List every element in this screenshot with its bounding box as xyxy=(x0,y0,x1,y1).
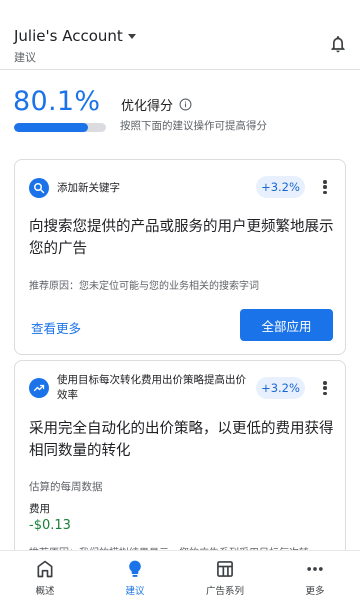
lightbulb-icon xyxy=(129,560,141,577)
more-options-icon[interactable] xyxy=(320,379,330,397)
app-header: Julie's Account 建议 xyxy=(0,0,360,70)
nav-item-recommendations[interactable]: 建议 xyxy=(90,551,180,600)
recommendation-title: 使用目标每次转化费用出价策略提高出价效率 xyxy=(57,374,246,401)
optimization-score-heading: 优化得分 xyxy=(121,95,192,114)
recommendation-title: 添加新关键字 xyxy=(57,182,120,194)
nav-label-more: 更多 xyxy=(305,586,325,597)
weekly-estimate-label: 估算的每周数据 xyxy=(29,481,103,493)
score-uplift-badge: +3.2% xyxy=(256,377,305,399)
cost-change-value: -$0.13 xyxy=(29,518,71,533)
nav-label-recommendations: 建议 xyxy=(125,586,145,597)
more-options-icon[interactable] xyxy=(320,178,330,196)
account-switcher[interactable]: Julie's Account xyxy=(14,27,136,45)
nav-item-overview[interactable]: 概述 xyxy=(0,551,90,600)
recommendation-reason: 推荐原因：您未定位可能与您的业务相关的搜索字词 xyxy=(29,281,259,292)
dropdown-caret-icon[interactable] xyxy=(127,33,136,39)
home-icon xyxy=(37,560,53,578)
optimization-score-description: 按照下面的建议操作可提高得分 xyxy=(120,120,267,132)
recommendation-card-bidding[interactable]: 使用目标每次转化费用出价策略提高出价效率 +3.2% 采用完全自动化的出价策略，… xyxy=(14,360,346,560)
search-icon xyxy=(29,178,49,198)
more-icon xyxy=(307,567,323,571)
nav-item-more[interactable]: 更多 xyxy=(270,551,360,600)
bottom-navigation: 概述 建议 广告系列 更多 xyxy=(0,550,360,600)
trending-up-icon xyxy=(29,378,49,398)
apply-all-button[interactable]: 全部应用 xyxy=(240,309,333,341)
optimization-score-bar-fill xyxy=(14,123,88,132)
score-uplift-badge: +3.2% xyxy=(256,176,305,198)
nav-label-overview: 概述 xyxy=(35,586,55,597)
nav-label-campaigns: 广告系列 xyxy=(205,586,244,597)
account-name[interactable]: Julie's Account xyxy=(14,27,123,45)
nav-item-campaigns[interactable]: 广告系列 xyxy=(180,551,270,600)
campaigns-icon xyxy=(217,561,233,577)
notifications-bell-icon[interactable] xyxy=(328,34,348,54)
info-icon[interactable] xyxy=(179,98,192,111)
recommendation-headline: 向搜索您提供的产品或服务的用户更频繁地展示您的广告 xyxy=(29,219,334,257)
cost-label: 费用 xyxy=(29,503,50,515)
page-title: 建议 xyxy=(14,51,36,64)
optimization-score-value: 80.1% xyxy=(13,86,101,117)
recommendation-headline: 采用完全自动化的出价策略，以更低的费用获得相同数量的转化 xyxy=(29,421,334,459)
recommendation-card-keywords[interactable]: 添加新关键字 +3.2% 向搜索您提供的产品或服务的用户更频繁地展示您的广告 推… xyxy=(14,159,346,355)
see-more-link[interactable]: 查看更多 xyxy=(31,318,81,337)
optimization-score-bar xyxy=(14,123,106,132)
optimization-score-label: 优化得分 xyxy=(121,99,174,114)
